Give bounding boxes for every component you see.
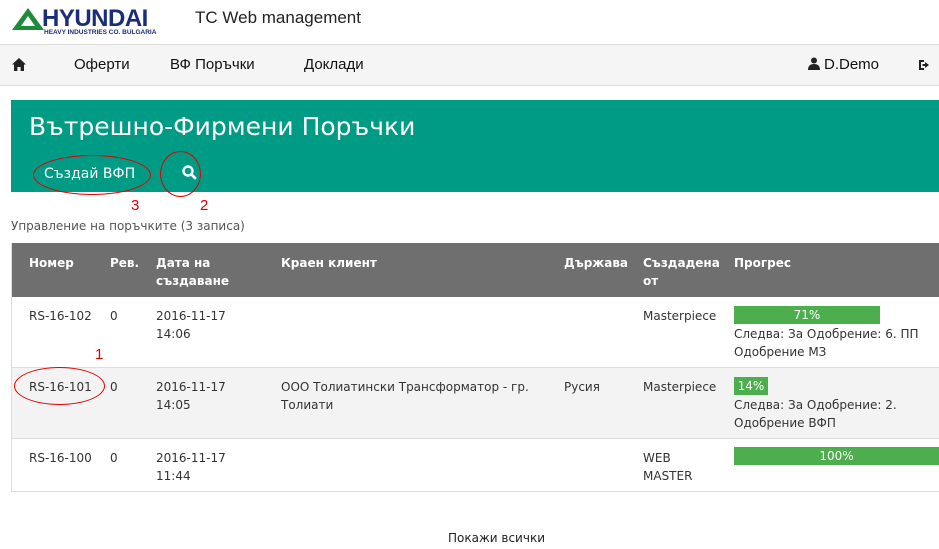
nav-item-reports[interactable]: Доклади xyxy=(304,56,364,73)
nav-item-internal-orders[interactable]: ВФ Поръчки xyxy=(170,56,255,73)
created-date-cell: 2016-11-17 xyxy=(156,380,226,394)
logo-subtitle: HEAVY INDUSTRIES CO. BULGARIA xyxy=(44,29,157,36)
user-icon xyxy=(808,57,820,70)
orders-count-caption: Управление на поръчките (3 записа) xyxy=(11,219,245,233)
table-row[interactable]: RS-16-100 0 2016-11-17 11:44 WEB MASTER … xyxy=(12,439,939,492)
created-by-cell: WEB MASTER xyxy=(643,451,693,483)
created-by-cell: Masterpiece xyxy=(643,380,717,394)
annotation-number-3: 3 xyxy=(131,197,140,214)
created-by-cell: Masterpiece xyxy=(643,309,717,323)
hyundai-logo[interactable]: HYUNDAI HEAVY INDUSTRIES CO. BULGARIA xyxy=(12,5,172,38)
progress-bar: 71% xyxy=(734,306,880,324)
app-title: TC Web management xyxy=(195,8,361,27)
column-header-client[interactable]: Краен клиент xyxy=(281,254,377,272)
orders-table: Номер Рев. Дата на създаване Краен клиен… xyxy=(11,243,939,492)
column-header-country[interactable]: Държава xyxy=(564,254,628,272)
next-step-text: Следва: За Одобрение: 2. xyxy=(734,398,897,412)
progress-bar: 100% xyxy=(734,447,939,465)
revision-cell: 0 xyxy=(110,309,118,323)
created-time-cell: 14:05 xyxy=(156,398,191,412)
nav-item-offers[interactable]: Оферти xyxy=(74,56,130,73)
show-all-link[interactable]: Покажи всички xyxy=(448,531,545,545)
search-icon[interactable] xyxy=(181,164,199,182)
user-menu[interactable]: D.Demo xyxy=(808,56,879,73)
annotation-number-2: 2 xyxy=(200,197,209,214)
column-header-revision[interactable]: Рев. xyxy=(110,254,139,272)
top-header: HYUNDAI HEAVY INDUSTRIES CO. BULGARIA TC… xyxy=(0,0,939,44)
order-number-link[interactable]: RS-16-101 xyxy=(29,378,92,396)
created-time-cell: 14:06 xyxy=(156,327,191,341)
table-header: Номер Рев. Дата на създаване Краен клиен… xyxy=(12,243,939,297)
created-time-cell: 11:44 xyxy=(156,469,191,483)
home-icon[interactable] xyxy=(12,58,26,71)
page-banner: Вътрешно-Фирмени Поръчки Създай ВФП xyxy=(11,100,939,192)
user-name: D.Demo xyxy=(824,56,880,73)
progress-bar: 14% xyxy=(734,377,768,395)
main-navbar: Оферти ВФ Поръчки Доклади D.Demo xyxy=(0,44,939,86)
revision-cell: 0 xyxy=(110,451,118,465)
created-date-cell: 2016-11-17 xyxy=(156,451,226,465)
revision-cell: 0 xyxy=(110,380,118,394)
column-header-number[interactable]: Номер xyxy=(29,254,74,272)
column-header-date[interactable]: Дата на създаване xyxy=(156,254,246,290)
create-order-button[interactable]: Създай ВФП xyxy=(44,166,135,182)
country-cell: Русия xyxy=(564,380,600,394)
column-header-created-by[interactable]: Създадена от xyxy=(643,254,723,290)
next-step-text: Следва: За Одобрение: 6. ПП xyxy=(734,327,919,341)
logout-icon[interactable] xyxy=(918,58,932,72)
table-row[interactable]: RS-16-101 0 2016-11-17 14:05 ООО Толиати… xyxy=(12,368,939,439)
page-title: Вътрешно-Фирмени Поръчки xyxy=(29,112,416,141)
annotation-number-1: 1 xyxy=(95,346,104,363)
client-cell: ООО Толиатински Трансформатор - гр. Толи… xyxy=(281,380,529,412)
order-number-link[interactable]: RS-16-100 xyxy=(29,449,92,467)
order-number-link[interactable]: RS-16-102 xyxy=(29,307,92,325)
column-header-progress[interactable]: Прогрес xyxy=(734,254,791,272)
table-row[interactable]: RS-16-102 0 2016-11-17 14:06 Masterpiece… xyxy=(12,297,939,368)
next-step-text: Одобрение МЗ xyxy=(734,345,827,359)
created-date-cell: 2016-11-17 xyxy=(156,309,226,323)
next-step-text: Одобрение ВФП xyxy=(734,416,836,430)
